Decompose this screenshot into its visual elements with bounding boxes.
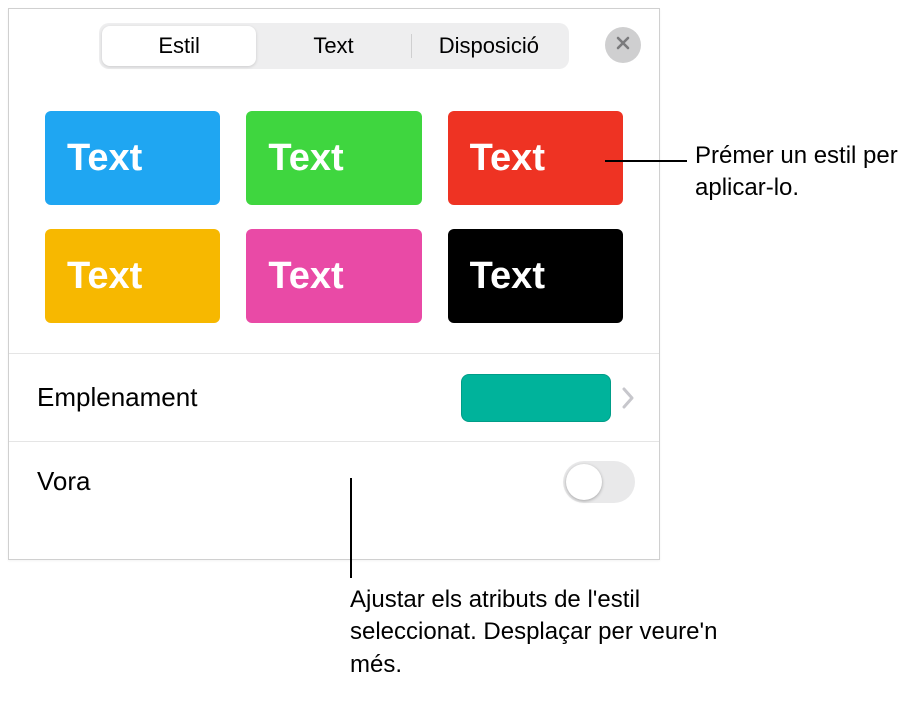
style-panel: Estil Text Disposició Text Text Text T <box>8 8 660 560</box>
style-swatch-label: Text <box>268 137 343 180</box>
callout-apply-style: Prémer un estil per aplicar-lo. <box>695 140 905 205</box>
close-button[interactable] <box>605 27 641 63</box>
style-swatch-label: Text <box>470 255 545 298</box>
callout-adjust-attributes: Ajustar els atributs de l'estil seleccio… <box>350 584 730 681</box>
style-swatch-yellow[interactable]: Text <box>45 229 220 323</box>
fill-color-swatch[interactable] <box>461 374 611 422</box>
border-label: Vora <box>37 466 91 497</box>
tab-style[interactable]: Estil <box>102 26 256 66</box>
style-swatch-red[interactable]: Text <box>448 111 623 205</box>
tab-bar-wrapper: Estil Text Disposició <box>9 9 659 81</box>
close-icon <box>615 35 631 56</box>
fill-row-right <box>461 374 635 422</box>
tab-bar: Estil Text Disposició <box>99 23 569 69</box>
style-swatches-grid: Text Text Text Text Text Text <box>9 81 659 353</box>
style-swatch-label: Text <box>67 137 142 180</box>
tab-layout[interactable]: Disposició <box>412 26 566 66</box>
callout-connector <box>350 478 352 578</box>
border-toggle[interactable] <box>563 461 635 503</box>
callout-connector <box>605 160 687 162</box>
style-swatch-label: Text <box>268 255 343 298</box>
border-row: Vora <box>9 441 659 521</box>
fill-label: Emplenament <box>37 382 197 413</box>
tab-style-label: Estil <box>158 33 200 59</box>
style-swatch-label: Text <box>470 137 545 180</box>
style-swatch-green[interactable]: Text <box>246 111 421 205</box>
style-swatch-label: Text <box>67 255 142 298</box>
style-swatch-blue[interactable]: Text <box>45 111 220 205</box>
style-swatch-pink[interactable]: Text <box>246 229 421 323</box>
tab-text-label: Text <box>313 33 353 59</box>
tab-text[interactable]: Text <box>256 26 410 66</box>
fill-row[interactable]: Emplenament <box>9 353 659 441</box>
style-swatch-black[interactable]: Text <box>448 229 623 323</box>
chevron-right-icon <box>621 387 635 409</box>
toggle-thumb <box>566 464 602 500</box>
tab-layout-label: Disposició <box>439 33 539 59</box>
